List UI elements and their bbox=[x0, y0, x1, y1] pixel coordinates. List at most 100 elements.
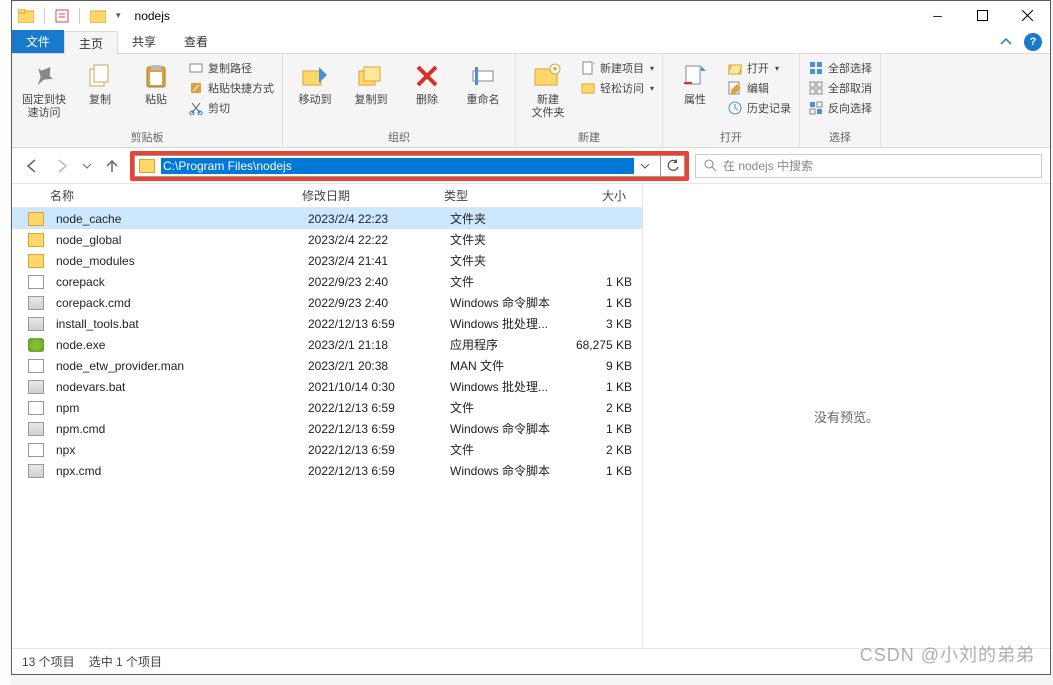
file-list[interactable]: 名称 修改日期 类型 大小 node_cache2023/2/4 22:23文件… bbox=[12, 184, 642, 648]
column-date[interactable]: 修改日期 bbox=[296, 187, 438, 204]
table-row[interactable]: node_cache2023/2/4 22:23文件夹 bbox=[12, 208, 642, 229]
delete-button[interactable]: 删除 bbox=[403, 58, 451, 107]
menu-file[interactable]: 文件 bbox=[12, 30, 64, 53]
file-type: Windows 批处理... bbox=[444, 378, 566, 395]
file-type: 文件夹 bbox=[444, 252, 566, 269]
column-type[interactable]: 类型 bbox=[438, 187, 560, 204]
file-date: 2022/9/23 2:40 bbox=[302, 296, 444, 310]
table-row[interactable]: nodevars.bat2021/10/14 0:30Windows 批处理..… bbox=[12, 376, 642, 397]
file-name: node_modules bbox=[50, 254, 302, 268]
file-name: node.exe bbox=[50, 338, 302, 352]
file-size: 3 KB bbox=[566, 317, 638, 331]
file-name: install_tools.bat bbox=[50, 317, 302, 331]
history-button[interactable]: 历史记录 bbox=[727, 100, 791, 116]
copy-path-button[interactable]: 复制路径 bbox=[188, 60, 274, 76]
file-date: 2023/2/4 22:22 bbox=[302, 233, 444, 247]
file-icon bbox=[28, 443, 44, 457]
maximize-button[interactable] bbox=[960, 1, 1005, 30]
refresh-button[interactable] bbox=[661, 155, 685, 177]
forward-button[interactable] bbox=[50, 154, 74, 178]
file-type: Windows 命令脚本 bbox=[444, 462, 566, 479]
table-row[interactable]: corepack2022/9/23 2:40文件1 KB bbox=[12, 271, 642, 292]
back-button[interactable] bbox=[20, 154, 44, 178]
search-input[interactable]: 在 nodejs 中搜索 bbox=[695, 154, 1042, 178]
table-row[interactable]: node_modules2023/2/4 21:41文件夹 bbox=[12, 250, 642, 271]
qat-dropdown-icon[interactable]: ▾ bbox=[116, 10, 121, 21]
ribbon: 固定到快速访问 复制 粘贴 复制路径 粘贴快捷方式 剪切 剪贴板 bbox=[12, 54, 1050, 148]
menu-view[interactable]: 查看 bbox=[170, 30, 222, 53]
file-name: nodevars.bat bbox=[50, 380, 302, 394]
open-button[interactable]: 打开▾ bbox=[727, 60, 791, 76]
up-button[interactable] bbox=[100, 154, 124, 178]
explorer-window: ▾ nodejs ─ 文件 主页 共享 查看 ? 固定到快速访问 bbox=[11, 0, 1051, 675]
select-none-button[interactable]: 全部取消 bbox=[808, 80, 872, 96]
table-row[interactable]: npx2022/12/13 6:59文件2 KB bbox=[12, 439, 642, 460]
select-all-button[interactable]: 全部选择 bbox=[808, 60, 872, 76]
qat-folder-icon[interactable] bbox=[90, 9, 106, 23]
address-dropdown-icon[interactable] bbox=[634, 161, 656, 171]
file-size: 1 KB bbox=[566, 296, 638, 310]
minimize-button[interactable]: ─ bbox=[915, 1, 960, 30]
file-icon bbox=[28, 275, 44, 289]
table-row[interactable]: corepack.cmd2022/9/23 2:40Windows 命令脚本1 … bbox=[12, 292, 642, 313]
file-date: 2022/12/13 6:59 bbox=[302, 317, 444, 331]
file-date: 2021/10/14 0:30 bbox=[302, 380, 444, 394]
table-row[interactable]: node.exe2023/2/1 21:18应用程序68,275 KB bbox=[12, 334, 642, 355]
file-name: corepack bbox=[50, 275, 302, 289]
rename-button[interactable]: 重命名 bbox=[459, 58, 507, 107]
collapse-ribbon-icon[interactable] bbox=[992, 30, 1020, 53]
table-row[interactable]: npm.cmd2022/12/13 6:59Windows 命令脚本1 KB bbox=[12, 418, 642, 439]
help-icon[interactable]: ? bbox=[1024, 33, 1042, 51]
file-type: 应用程序 bbox=[444, 336, 566, 353]
menu-home[interactable]: 主页 bbox=[64, 31, 118, 54]
file-type: 文件 bbox=[444, 441, 566, 458]
copy-button[interactable]: 复制 bbox=[76, 58, 124, 107]
table-row[interactable]: node_global2023/2/4 22:22文件夹 bbox=[12, 229, 642, 250]
address-path[interactable]: C:\Program Files\nodejs bbox=[161, 158, 634, 174]
table-row[interactable]: npx.cmd2022/12/13 6:59Windows 命令脚本1 KB bbox=[12, 460, 642, 481]
address-bar[interactable]: C:\Program Files\nodejs bbox=[134, 155, 661, 177]
recent-dropdown-icon[interactable] bbox=[80, 154, 94, 178]
svg-text:✦: ✦ bbox=[551, 64, 559, 74]
file-name: corepack.cmd bbox=[50, 296, 302, 310]
properties-button[interactable]: 属性 bbox=[671, 58, 719, 107]
move-to-button[interactable]: 移动到 bbox=[291, 58, 339, 107]
file-date: 2022/9/23 2:40 bbox=[302, 275, 444, 289]
pin-quickaccess-button[interactable]: 固定到快速访问 bbox=[20, 58, 68, 120]
edit-button[interactable]: 编辑 bbox=[727, 80, 791, 96]
file-date: 2023/2/1 21:18 bbox=[302, 338, 444, 352]
preview-pane: 没有预览。 bbox=[642, 184, 1050, 648]
svg-text:✦: ✦ bbox=[592, 61, 595, 69]
paste-shortcut-button[interactable]: 粘贴快捷方式 bbox=[188, 80, 274, 96]
column-name[interactable]: 名称 bbox=[44, 187, 296, 204]
invert-select-button[interactable]: 反向选择 bbox=[808, 100, 872, 116]
new-folder-button[interactable]: ✦新建文件夹 bbox=[524, 58, 572, 120]
file-size: 2 KB bbox=[566, 443, 638, 457]
column-header-row: 名称 修改日期 类型 大小 bbox=[12, 184, 642, 208]
folder-icon bbox=[139, 159, 155, 173]
column-size[interactable]: 大小 bbox=[560, 187, 632, 204]
file-type: Windows 命令脚本 bbox=[444, 420, 566, 437]
paste-button[interactable]: 粘贴 bbox=[132, 58, 180, 107]
file-date: 2022/12/13 6:59 bbox=[302, 443, 444, 457]
menu-share[interactable]: 共享 bbox=[118, 30, 170, 53]
qat-properties-icon[interactable] bbox=[55, 9, 69, 23]
close-button[interactable] bbox=[1005, 1, 1050, 30]
new-item-button[interactable]: ✦新建项目▾ bbox=[580, 60, 654, 76]
file-type: 文件夹 bbox=[444, 210, 566, 227]
file-size: 2 KB bbox=[566, 401, 638, 415]
cut-button[interactable]: 剪切 bbox=[188, 100, 274, 116]
file-type: 文件夹 bbox=[444, 231, 566, 248]
table-row[interactable]: install_tools.bat2022/12/13 6:59Windows … bbox=[12, 313, 642, 334]
table-row[interactable]: npm2022/12/13 6:59文件2 KB bbox=[12, 397, 642, 418]
file-name: node_global bbox=[50, 233, 302, 247]
file-date: 2023/2/4 21:41 bbox=[302, 254, 444, 268]
file-icon bbox=[28, 401, 44, 415]
table-row[interactable]: node_etw_provider.man2023/2/1 20:38MAN 文… bbox=[12, 355, 642, 376]
folder-icon bbox=[28, 233, 44, 247]
copy-to-button[interactable]: 复制到 bbox=[347, 58, 395, 107]
easy-access-button[interactable]: 轻松访问▾ bbox=[580, 80, 654, 96]
file-type: MAN 文件 bbox=[444, 357, 566, 374]
file-name: npx.cmd bbox=[50, 464, 302, 478]
status-count: 13 个项目 bbox=[22, 653, 75, 670]
